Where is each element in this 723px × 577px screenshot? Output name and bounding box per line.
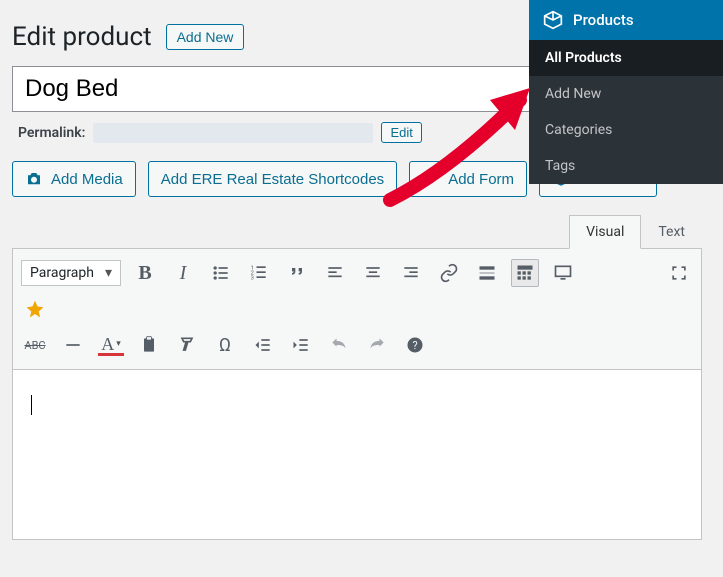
add-new-button[interactable]: Add New	[166, 24, 245, 50]
italic-button[interactable]: I	[169, 259, 197, 287]
tab-text[interactable]: Text	[641, 215, 702, 249]
bold-button[interactable]: B	[131, 259, 159, 287]
submenu-item-categories[interactable]: Categories	[529, 112, 723, 148]
submenu-item-add-new[interactable]: Add New	[529, 76, 723, 112]
submenu-item-all-products[interactable]: All Products	[529, 40, 723, 76]
tab-visual[interactable]: Visual	[569, 215, 641, 249]
redo-button[interactable]	[363, 331, 391, 359]
strikethrough-button[interactable]: ABC	[21, 331, 49, 359]
horizontal-rule-button[interactable]	[59, 331, 87, 359]
text-color-button[interactable]: A▾	[97, 331, 125, 359]
permalink-slug	[93, 123, 373, 143]
undo-button[interactable]	[325, 331, 353, 359]
text-cursor	[31, 394, 32, 413]
page-title: Edit product	[12, 22, 152, 52]
read-more-button[interactable]	[473, 259, 501, 287]
numbered-list-button[interactable]: 123	[245, 259, 273, 287]
distraction-free-button[interactable]	[665, 259, 693, 287]
editor-content[interactable]	[12, 370, 702, 540]
toolbar-star-row	[21, 291, 693, 327]
help-button[interactable]: ?	[401, 331, 429, 359]
add-media-button[interactable]: Add Media	[12, 161, 136, 197]
svg-text:3: 3	[251, 276, 254, 282]
toolbar-toggle-button[interactable]	[511, 259, 539, 287]
align-left-button[interactable]	[321, 259, 349, 287]
products-submenu-title: Products	[573, 11, 634, 29]
camera-icon	[25, 170, 43, 188]
editor-toolbar: Paragraph B I 123 ABC	[12, 248, 702, 370]
editor: Visual Text Paragraph B I 123	[12, 215, 702, 540]
format-select[interactable]: Paragraph	[21, 260, 121, 286]
toolbar-row-2: ABC A▾ Ω ?	[21, 327, 693, 363]
toolbar-row-1: Paragraph B I 123	[21, 255, 693, 291]
products-submenu-header[interactable]: Products	[529, 0, 723, 40]
indent-button[interactable]	[287, 331, 315, 359]
editor-tabs: Visual Text	[12, 215, 702, 249]
add-media-label: Add Media	[51, 171, 123, 188]
add-shortcodes-label: Add ERE Real Estate Shortcodes	[161, 171, 384, 188]
align-right-button[interactable]	[397, 259, 425, 287]
box-icon	[543, 10, 563, 30]
star-icon[interactable]	[21, 295, 49, 323]
form-icon	[422, 170, 440, 188]
link-button[interactable]	[435, 259, 463, 287]
edit-permalink-button[interactable]: Edit	[381, 122, 421, 143]
add-form-label-1: Add Form	[448, 171, 514, 188]
paste-text-button[interactable]	[135, 331, 163, 359]
special-character-button[interactable]: Ω	[211, 331, 239, 359]
clear-formatting-button[interactable]	[173, 331, 201, 359]
products-submenu: Products All Products Add New Categories…	[529, 0, 723, 184]
submenu-item-tags[interactable]: Tags	[529, 148, 723, 184]
fullscreen-preview-button[interactable]	[549, 259, 577, 287]
bullet-list-button[interactable]	[207, 259, 235, 287]
permalink-label: Permalink:	[18, 125, 85, 141]
add-form-button-1[interactable]: Add Form	[409, 161, 527, 197]
outdent-button[interactable]	[249, 331, 277, 359]
align-center-button[interactable]	[359, 259, 387, 287]
blockquote-button[interactable]	[283, 259, 311, 287]
svg-text:?: ?	[412, 339, 417, 352]
add-shortcodes-button[interactable]: Add ERE Real Estate Shortcodes	[148, 161, 397, 197]
